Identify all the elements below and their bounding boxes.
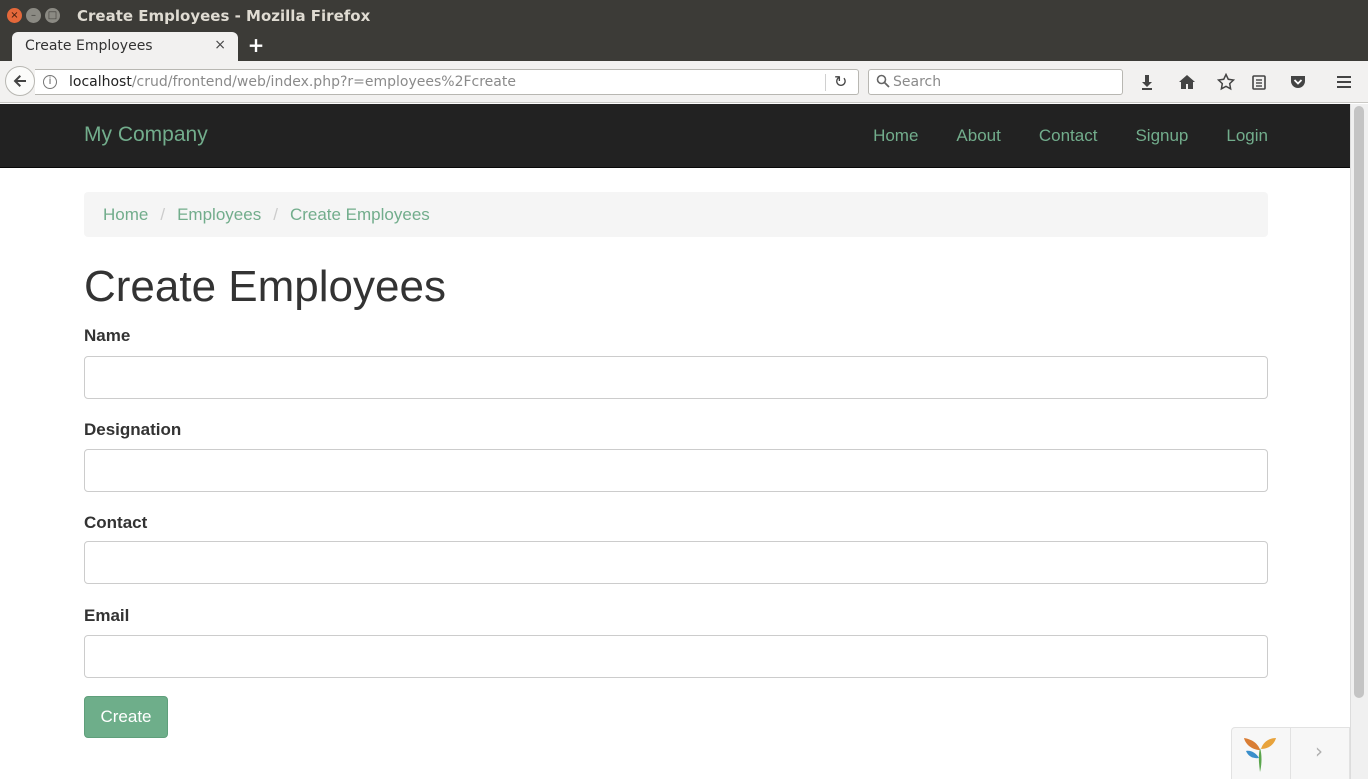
new-tab-button[interactable]: + <box>247 34 265 56</box>
reading-list-icon[interactable] <box>1248 71 1270 93</box>
download-icon[interactable] <box>1136 71 1158 93</box>
nav-link-contact[interactable]: Contact <box>1039 126 1098 146</box>
breadcrumb-create-employees: Create Employees <box>289 204 430 224</box>
reload-icon[interactable]: ↻ <box>834 72 847 91</box>
url-bar[interactable]: i localhost/crud/frontend/web/index.php?… <box>35 69 859 95</box>
breadcrumb: Home / Employees / Create Employees <box>84 192 1268 237</box>
bookmark-star-icon[interactable] <box>1215 71 1237 93</box>
email-label: Email <box>84 606 130 625</box>
window-maximize-button[interactable]: □ <box>45 8 60 23</box>
tab-close-icon[interactable]: × <box>214 37 226 53</box>
home-icon[interactable] <box>1176 71 1198 93</box>
window-titlebar: × – □ Create Employees - Mozilla Firefox <box>0 0 1368 32</box>
info-icon[interactable]: i <box>43 75 57 89</box>
nav-link-about[interactable]: About <box>956 126 1000 146</box>
nav-link-signup[interactable]: Signup <box>1135 126 1188 146</box>
contact-field[interactable] <box>84 541 1268 584</box>
scrollbar-thumb[interactable] <box>1354 106 1364 698</box>
url-divider <box>825 74 826 91</box>
url-host: localhost <box>69 74 132 90</box>
name-field[interactable] <box>84 356 1268 399</box>
back-arrow-icon <box>13 75 26 87</box>
window-controls: × – □ <box>7 8 60 23</box>
tab-strip: Create Employees × + <box>0 32 1368 62</box>
debug-toggle-chevron-right-icon[interactable]: › <box>1315 739 1323 763</box>
window-minimize-button[interactable]: – <box>26 8 41 23</box>
tab-create-employees[interactable]: Create Employees × <box>12 32 238 62</box>
designation-label: Designation <box>84 420 182 439</box>
create-button[interactable]: Create <box>84 696 168 738</box>
nav-link-login[interactable]: Login <box>1226 126 1268 146</box>
yii-debug-toolbar: › <box>1231 727 1350 779</box>
name-label: Name <box>84 326 131 345</box>
browser-toolbar: i localhost/crud/frontend/web/index.php?… <box>0 61 1368 103</box>
yii-logo-icon[interactable] <box>1240 734 1280 774</box>
brand-link[interactable]: My Company <box>84 123 208 147</box>
designation-field[interactable] <box>84 449 1268 492</box>
back-button[interactable] <box>5 66 35 96</box>
window-title: Create Employees - Mozilla Firefox <box>77 7 371 25</box>
tab-label: Create Employees <box>25 38 153 54</box>
page-scrollbar[interactable] <box>1350 104 1368 779</box>
url-path: /crud/frontend/web/index.php?r=employees… <box>131 74 516 90</box>
site-nav-links: Home About Contact Signup Login <box>873 126 1268 146</box>
email-field[interactable] <box>84 635 1268 678</box>
site-navbar: My Company Home About Contact Signup Log… <box>0 104 1350 168</box>
page-title: Create Employees <box>84 262 446 311</box>
breadcrumb-employees[interactable]: Employees <box>177 205 261 225</box>
page-viewport: My Company Home About Contact Signup Log… <box>0 104 1350 779</box>
debug-divider <box>1290 728 1291 779</box>
menu-icon[interactable] <box>1333 71 1355 93</box>
breadcrumb-separator: / <box>160 204 166 224</box>
breadcrumb-separator: / <box>273 204 278 224</box>
nav-link-home[interactable]: Home <box>873 126 918 146</box>
pocket-icon[interactable] <box>1287 71 1309 93</box>
url-text[interactable]: localhost/crud/frontend/web/index.php?r=… <box>69 74 516 90</box>
window-close-button[interactable]: × <box>7 8 22 23</box>
search-icon <box>876 74 890 88</box>
search-input[interactable]: Search <box>868 69 1123 95</box>
contact-label: Contact <box>84 513 148 532</box>
search-placeholder: Search <box>893 74 942 90</box>
breadcrumb-home[interactable]: Home <box>103 205 148 225</box>
